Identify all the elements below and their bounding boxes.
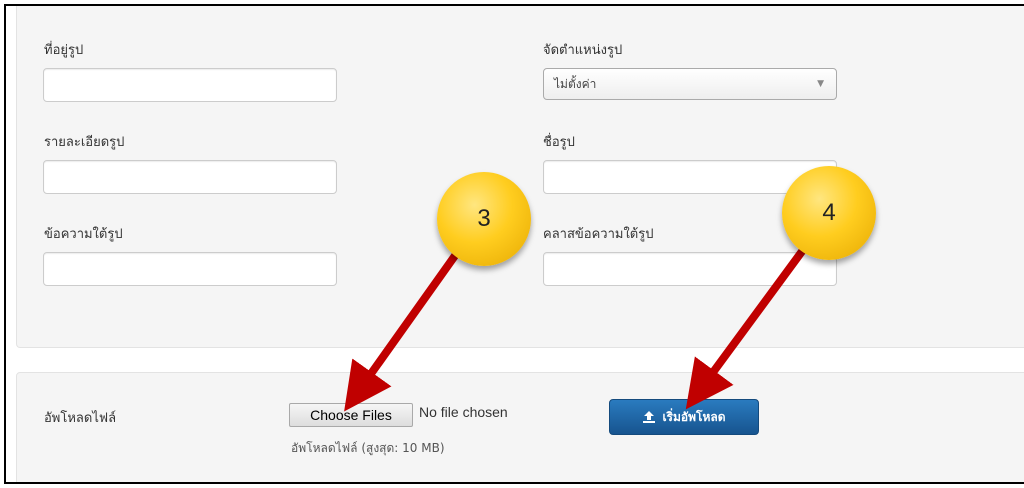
step-badge-3: 3 (437, 172, 531, 266)
step-badge-4: 4 (782, 166, 876, 260)
arrow-to-choose-files (344, 246, 463, 412)
arrow-to-start-upload (685, 246, 807, 410)
media-insert-dialog: ที่อยู่รูป จัดตำแหน่งรูป ไม่ตั้งค่า ▼ รา… (4, 4, 1024, 484)
